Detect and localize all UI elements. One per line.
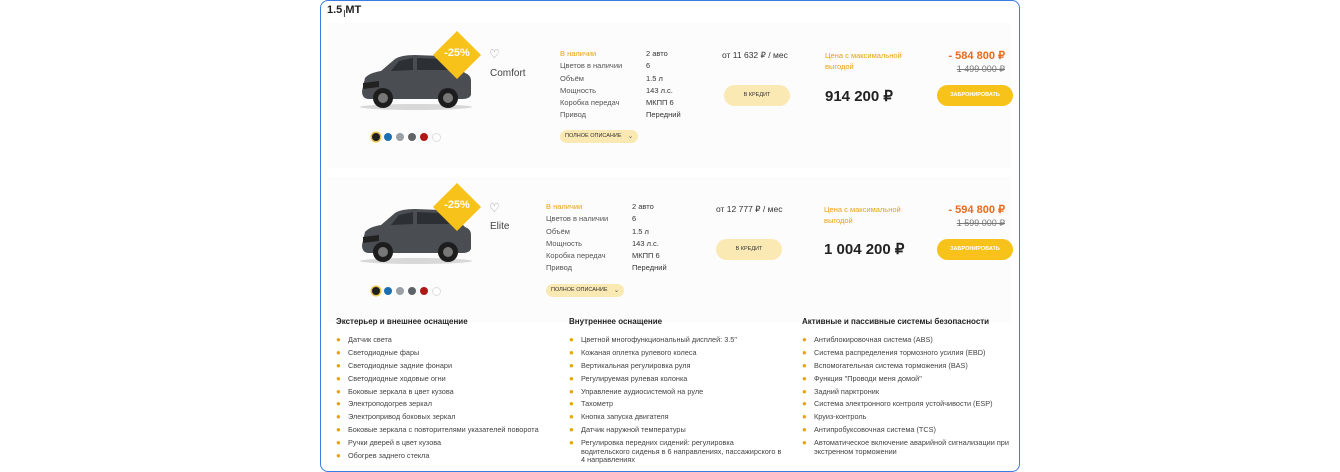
list-item: ● Система электронного контроля устойчиво… [802, 399, 993, 409]
color-swatch[interactable] [396, 287, 404, 295]
list-item: ● Вертикальная регулировка руля [569, 360, 691, 370]
list-item: ● Боковые зеркала в цвет кузова [336, 386, 454, 396]
color-swatch[interactable] [420, 287, 428, 295]
favorite-heart-icon[interactable]: ♡ [489, 47, 500, 61]
trim-list-panel: 1.5 МТ I -25% ♡ Comfort В наличии 2 авто… [320, 0, 1020, 472]
engine-volume: 1.5 л [632, 226, 649, 236]
final-price: 1 004 200 ₽ [824, 241, 905, 258]
list-item: ● Система распределения тормозного усилия… [802, 347, 986, 357]
feature-column-title: Активные и пассивные системы безопасност… [802, 317, 990, 326]
list-item: ● Вспомогательная система торможения (BAS… [802, 360, 968, 370]
color-swatch[interactable] [384, 133, 392, 141]
engine-volume: 1.5 л [646, 73, 663, 83]
list-item: ● Ручки дверей в цвет кузова [336, 438, 442, 448]
chevron-down-icon: ⌄ [613, 287, 620, 294]
old-price: 1 599 000 ₽ [956, 218, 1005, 228]
list-item: ● Светодиодные задние фонари [336, 360, 453, 370]
credit-button[interactable]: В КРЕДИТ [716, 239, 782, 260]
feature-column-interior: Внутреннее оснащение ● Цветной многофункц… [569, 317, 784, 469]
trim-name: Elite [490, 221, 510, 232]
list-item: ● Электроподогрев зеркал [336, 399, 432, 409]
max-benefit-label: Цена с максимальной выгодой [825, 51, 902, 71]
list-item: ● Антиблокировочная система (ABS) [802, 335, 933, 344]
list-item: ● Управление аудиосистемой на руле [569, 386, 704, 396]
color-swatches [372, 287, 441, 296]
color-swatch[interactable] [372, 287, 380, 295]
feature-column-title: Внутреннее оснащение [569, 317, 663, 326]
discount-amount: - 594 800 ₽ [948, 204, 1005, 216]
chevron-down-icon: ⌄ [627, 133, 634, 140]
list-item: ● Обогрев заднего стекла [336, 451, 430, 461]
feature-column-safety: Активные и пассивные системы безопасност… [802, 317, 1017, 461]
color-swatch[interactable] [432, 133, 441, 142]
engine-power: 143 л.с. [646, 85, 673, 95]
gearbox: МКПП 6 [632, 251, 660, 261]
list-item: ● Кожаная оплетка рулевого колеса [569, 347, 697, 357]
monthly-payment: от 12 777 ₽ / мес [716, 204, 783, 214]
color-swatch[interactable] [420, 133, 428, 141]
colors-count: 6 [646, 61, 651, 71]
list-item: ● Датчик наружной температуры [569, 425, 686, 435]
text-cursor-icon: I [343, 9, 346, 20]
color-swatch[interactable] [408, 133, 416, 141]
drive-type: Передний [646, 110, 681, 120]
book-button[interactable]: ЗАБРОНИРОВАТЬ [937, 85, 1013, 106]
color-swatch[interactable] [396, 133, 404, 141]
discount-badge: -25% [432, 182, 482, 232]
stock-count: 2 авто [646, 49, 668, 58]
full-description-button[interactable]: ПОЛНОЕ ОПИСАНИЕ ⌄ [546, 284, 624, 297]
list-item: ● Боковые зеркала с повторителями указате… [336, 425, 539, 435]
credit-button[interactable]: В КРЕДИТ [724, 85, 790, 106]
list-item: ● Электропривод боковых зеркал [336, 412, 456, 422]
list-item: ● Задний парктроник [802, 386, 880, 396]
favorite-heart-icon[interactable]: ♡ [489, 201, 500, 215]
trim-name: Comfort [490, 68, 526, 79]
color-swatch[interactable] [408, 287, 416, 295]
color-swatches [372, 133, 441, 142]
color-swatch[interactable] [384, 287, 392, 295]
color-swatch[interactable] [432, 287, 441, 296]
book-button[interactable]: ЗАБРОНИРОВАТЬ [937, 239, 1013, 260]
list-item: ● Цветной многофункциональный дисплей: 3.… [569, 335, 737, 344]
max-benefit-label: Цена с максимальной выгодой [824, 205, 901, 225]
trim-card-comfort: -25% ♡ Comfort В наличии 2 авто Цветов в … [327, 23, 1013, 168]
stock-count: 2 авто [632, 202, 654, 211]
feature-column-title: Экстерьер и внешнее оснащение [336, 317, 468, 326]
list-item: ● Функция "Проводи меня домой" [802, 373, 922, 383]
list-item: ● Кнопка запуска двигателя [569, 412, 669, 422]
list-item: ● Автоматическое включение аварийной сигн… [802, 438, 1009, 456]
gearbox: МКПП 6 [646, 98, 674, 108]
drive-type: Передний [632, 263, 667, 273]
list-item: ● Датчик света [336, 335, 392, 344]
monthly-payment: от 11 632 ₽ / мес [722, 50, 788, 60]
list-item: ● Круиз-контроль [802, 412, 867, 422]
list-item: ● Светодиодные ходовые огни [336, 373, 446, 383]
list-item: ● Антипробуксовочная система (TCS) [802, 425, 936, 435]
list-item: ● Светодиодные фары [336, 347, 420, 357]
spec-list: В наличии 2 авто Цветов в наличии 6 Объём 1… [546, 201, 667, 275]
list-item: ● Тахометр [569, 399, 614, 409]
trim-card-elite: -25% ♡ Elite В наличии 2 авто Цветов в на… [327, 177, 1013, 322]
feature-column-exterior: Экстерьер и внешнее оснащение ● Датчик св… [336, 317, 561, 465]
discount-amount: - 584 800 ₽ [948, 50, 1005, 62]
list-item: ● Регулируемая рулевая колонка [569, 373, 688, 383]
color-swatch[interactable] [372, 133, 380, 141]
old-price: 1 499 000 ₽ [956, 64, 1005, 74]
list-item: ● Регулировка передних сидений: регулиров… [569, 438, 782, 465]
discount-badge: -25% [432, 30, 482, 80]
full-description-button[interactable]: ПОЛНОЕ ОПИСАНИЕ ⌄ [560, 130, 638, 143]
colors-count: 6 [632, 214, 637, 224]
final-price: 914 200 ₽ [825, 88, 893, 105]
spec-list: В наличии 2 авто Цветов в наличии 6 Объём 1… [560, 48, 681, 122]
engine-power: 143 л.с. [632, 238, 659, 248]
